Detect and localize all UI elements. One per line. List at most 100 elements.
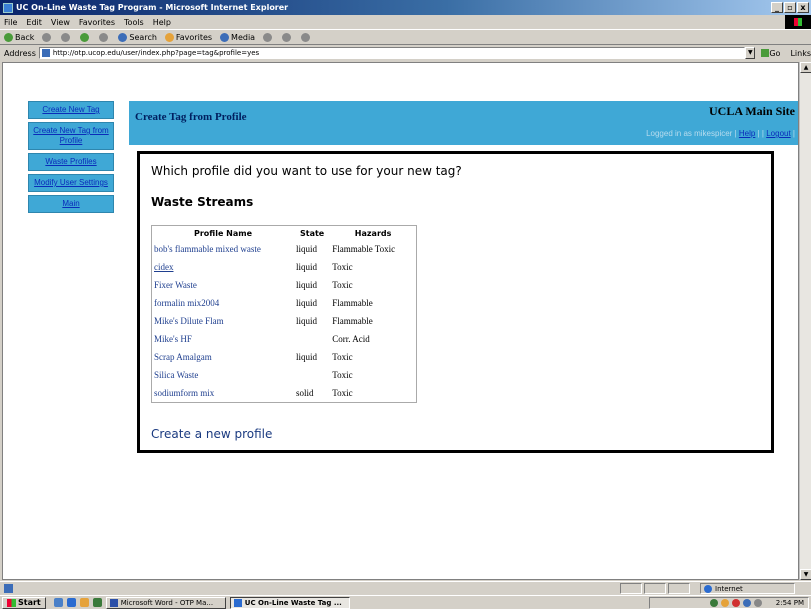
column-header-hazards: Hazards	[330, 226, 416, 240]
separator: |	[757, 129, 760, 138]
profile-link[interactable]: sodiumform mix	[152, 384, 294, 402]
zone-label: Internet	[715, 584, 743, 593]
show-desktop-icon[interactable]	[53, 598, 63, 607]
address-dropdown-button[interactable]: ▼	[745, 47, 756, 59]
profile-question: Which profile did you want to use for yo…	[151, 164, 462, 178]
menu-tools[interactable]: Tools	[124, 18, 144, 27]
menu-favorites[interactable]: Favorites	[79, 18, 115, 27]
media-player-icon[interactable]	[92, 598, 102, 607]
windows-flag-icon	[7, 598, 16, 607]
favorites-label: Favorites	[175, 32, 213, 42]
table-row: Fixer Waste liquid Toxic	[152, 276, 416, 294]
profile-link[interactable]: Mike's Dilute Flam	[152, 312, 294, 330]
address-input[interactable]: http://otp.ucop.edu/user/index.php?page=…	[38, 47, 746, 59]
media-button[interactable]: Media	[220, 32, 256, 42]
maximize-button[interactable]: ▫	[784, 2, 796, 13]
create-new-profile-link[interactable]: Create a new profile	[151, 427, 272, 441]
go-button[interactable]: Go	[761, 49, 780, 58]
ie-quicklaunch-icon[interactable]	[66, 598, 76, 607]
profile-state: liquid	[296, 244, 318, 254]
menu-file[interactable]: File	[4, 18, 17, 27]
history-button[interactable]	[263, 32, 274, 42]
close-button[interactable]: x	[797, 2, 809, 13]
site-name: UCLA Main Site	[708, 104, 795, 118]
back-arrow-icon	[4, 32, 13, 42]
menu-edit[interactable]: Edit	[26, 18, 42, 27]
profile-hazards: Flammable Toxic	[332, 244, 396, 254]
tray-icon[interactable]	[753, 599, 762, 607]
separator: |	[734, 129, 737, 138]
profile-link[interactable]: cidex	[152, 258, 294, 276]
search-icon	[118, 32, 128, 42]
start-button[interactable]: Start	[2, 596, 46, 609]
menu-bar: File Edit View Favorites Tools Help	[0, 15, 811, 29]
links-button[interactable]: Links	[790, 49, 811, 58]
table-row: Mike's HF Corr. Acid	[152, 330, 416, 348]
forward-button[interactable]	[42, 32, 53, 42]
profile-link[interactable]: Mike's HF	[152, 330, 294, 348]
history-icon	[263, 32, 273, 42]
task-ie[interactable]: UC On-Line Waste Tag ...	[229, 596, 350, 609]
quick-launch	[53, 598, 102, 607]
go-label: Go	[769, 48, 781, 58]
refresh-button[interactable]	[80, 32, 91, 42]
go-arrow-icon	[761, 49, 770, 57]
table-row: Silica Waste Toxic	[152, 366, 416, 384]
tray-icon[interactable]	[709, 599, 718, 607]
profile-link[interactable]: Silica Waste	[152, 366, 294, 384]
sidebar-item-create-new-tag[interactable]: Create New Tag	[28, 101, 114, 119]
help-link[interactable]: Help	[739, 129, 755, 138]
profile-link[interactable]: formalin mix2004	[152, 294, 294, 312]
address-url: http://otp.ucop.edu/user/index.php?page=…	[52, 49, 260, 57]
profile-state	[294, 330, 330, 348]
sidebar-item-create-tag-from-profile[interactable]: Create New Tag from Profile	[28, 122, 114, 150]
sidebar-item-modify-user-settings[interactable]: Modify User Settings	[28, 174, 114, 192]
outlook-icon[interactable]	[79, 598, 89, 607]
column-header-state: State	[294, 226, 331, 240]
minimize-button[interactable]: _	[771, 2, 783, 13]
profile-hazards: Toxic	[332, 388, 353, 398]
tray-icon[interactable]	[742, 599, 751, 607]
tray-icon[interactable]	[720, 599, 729, 607]
print-button[interactable]	[301, 32, 312, 42]
logout-link[interactable]: Logout	[766, 129, 790, 138]
profile-hazards: Flammable	[332, 298, 373, 308]
start-label: Start	[18, 598, 41, 607]
profile-link[interactable]: Fixer Waste	[152, 276, 294, 294]
page-title: Create Tag from Profile	[135, 111, 247, 123]
mail-button[interactable]	[282, 32, 293, 42]
browser-viewport: Create New Tag Create New Tag from Profi…	[2, 62, 799, 580]
favorites-button[interactable]: Favorites	[164, 32, 213, 42]
scroll-up-button[interactable]: ▲	[800, 62, 811, 73]
stop-button[interactable]	[61, 32, 72, 42]
sidebar-item-main[interactable]: Main	[28, 195, 114, 213]
vertical-scrollbar[interactable]: ▲ ▼	[799, 62, 811, 580]
user-status-line: Logged in as mikespicer | Help | | Logou…	[646, 129, 795, 138]
menu-help[interactable]: Help	[153, 18, 171, 27]
menu-view[interactable]: View	[51, 18, 70, 27]
task-label: Microsoft Word - OTP Ma...	[120, 598, 214, 607]
clock[interactable]: 2:54 PM	[776, 599, 804, 607]
print-icon	[301, 32, 311, 42]
task-word[interactable]: Microsoft Word - OTP Ma...	[105, 596, 226, 609]
page-icon	[41, 49, 50, 57]
profile-state: liquid	[296, 280, 318, 290]
table-row: formalin mix2004 liquid Flammable	[152, 294, 416, 312]
profile-link[interactable]: Scrap Amalgam	[152, 348, 294, 366]
waste-streams-table: Profile Name State Hazards bob's flammab…	[151, 225, 417, 403]
profile-hazards: Corr. Acid	[332, 334, 370, 344]
media-icon	[220, 32, 230, 42]
search-label: Search	[129, 32, 157, 42]
section-heading: Waste Streams	[151, 195, 254, 209]
profile-link[interactable]: bob's flammable mixed waste	[152, 240, 294, 258]
profile-state: liquid	[296, 262, 318, 272]
table-row: Scrap Amalgam liquid Toxic	[152, 348, 416, 366]
tray-icon[interactable]	[731, 599, 740, 607]
home-button[interactable]	[99, 32, 110, 42]
back-button[interactable]: Back	[4, 32, 34, 42]
sidebar-item-waste-profiles[interactable]: Waste Profiles	[28, 153, 114, 171]
scroll-down-button[interactable]: ▼	[800, 569, 811, 580]
media-label: Media	[231, 32, 256, 42]
logged-in-text: Logged in as mikespicer	[646, 129, 733, 138]
search-button[interactable]: Search	[118, 32, 157, 42]
